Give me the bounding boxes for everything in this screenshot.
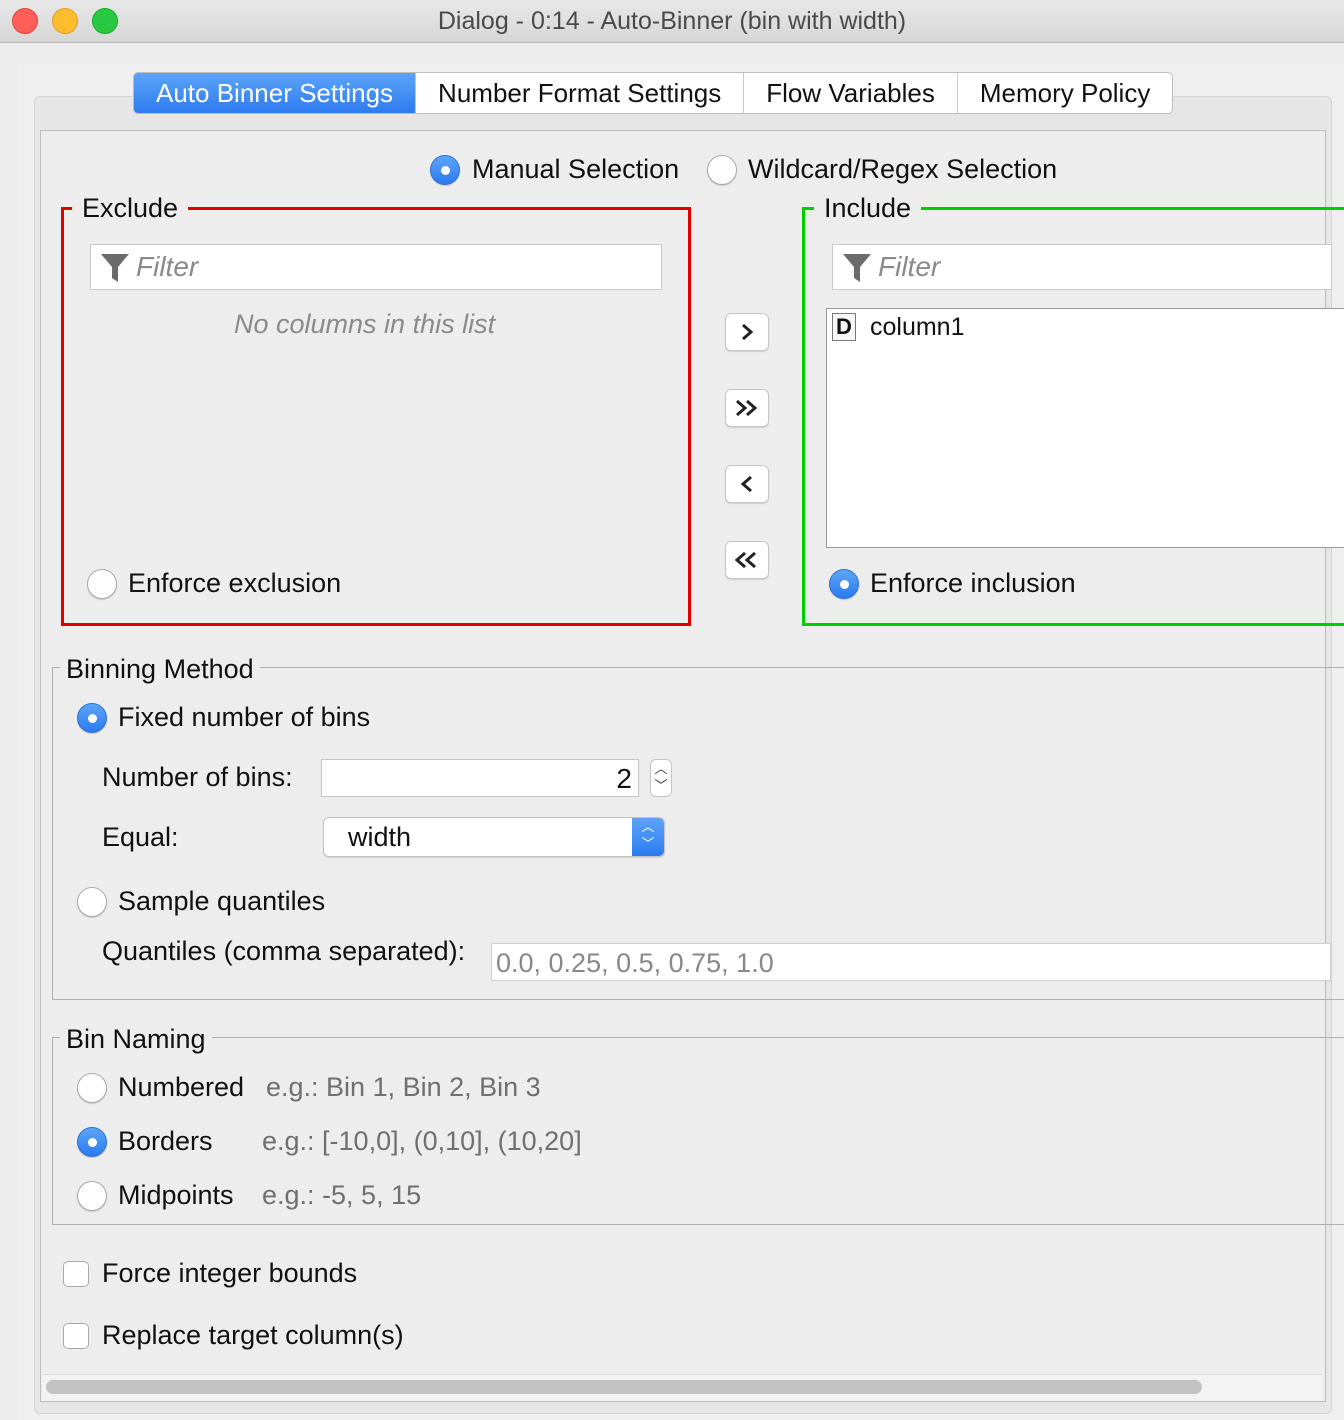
bin-naming-group: [52, 1037, 1344, 1225]
double-chevron-left-icon: [734, 551, 756, 569]
exclude-title: Exclude: [72, 193, 189, 224]
force-integer-bounds-label: Force integer bounds: [102, 1258, 358, 1288]
double-chevron-right-icon: [736, 399, 758, 417]
chevron-up-icon[interactable]: ︿: [651, 760, 671, 777]
bin-naming-title: Bin Naming: [60, 1024, 212, 1055]
include-column-list[interactable]: [826, 308, 1344, 548]
enforce-inclusion-radio[interactable]: [829, 569, 859, 599]
borders-label: Borders: [118, 1126, 213, 1156]
exclude-filter-placeholder: Filter: [136, 251, 199, 282]
binning-method-title: Binning Method: [60, 654, 260, 685]
scrollbar-thumb[interactable]: [46, 1380, 1202, 1394]
tab-number-format-settings[interactable]: Number Format Settings: [416, 73, 745, 113]
quantiles-input[interactable]: 0.0, 0.25, 0.5, 0.75, 1.0: [491, 943, 1331, 981]
equal-select-value: width: [348, 822, 412, 852]
sample-quantiles-radio[interactable]: [77, 887, 107, 917]
add-column-button[interactable]: [725, 313, 769, 351]
numbered-radio[interactable]: [77, 1073, 107, 1103]
borders-example: e.g.: [-10,0], (0,10], (10,20]: [262, 1126, 582, 1156]
chevron-left-icon: [740, 475, 752, 493]
manual-selection-radio[interactable]: [430, 155, 460, 185]
num-bins-stepper[interactable]: ︿ ﹀: [650, 759, 672, 797]
tab-memory-policy[interactable]: Memory Policy: [958, 73, 1172, 113]
midpoints-radio[interactable]: [77, 1181, 107, 1211]
tab-bar: Auto Binner Settings Number Format Setti…: [133, 72, 1174, 114]
add-all-columns-button[interactable]: [725, 389, 769, 427]
replace-target-columns-checkbox[interactable]: [63, 1323, 89, 1349]
include-title: Include: [814, 193, 922, 224]
chevron-right-icon: [742, 323, 754, 341]
fixed-bins-radio[interactable]: [77, 703, 107, 733]
wildcard-selection-label: Wildcard/Regex Selection: [748, 154, 1058, 184]
exclude-empty-message: No columns in this list: [234, 309, 496, 339]
midpoints-example: e.g.: -5, 5, 15: [262, 1180, 422, 1210]
tab-flow-variables[interactable]: Flow Variables: [744, 73, 958, 113]
filter-icon: [843, 254, 871, 282]
double-type-icon: D: [832, 313, 856, 341]
select-arrows-icon: ︿ ﹀: [632, 818, 664, 856]
window-title: Dialog - 0:14 - Auto-Binner (bin with wi…: [437, 7, 907, 35]
tab-auto-binner-settings[interactable]: Auto Binner Settings: [134, 73, 417, 113]
manual-selection-label: Manual Selection: [472, 154, 680, 184]
num-bins-input[interactable]: 2: [321, 759, 639, 797]
chevron-down-icon[interactable]: ﹀: [651, 777, 671, 794]
remove-all-columns-button[interactable]: [725, 541, 769, 579]
num-bins-label: Number of bins:: [102, 762, 293, 792]
fixed-bins-label: Fixed number of bins: [118, 702, 371, 732]
enforce-inclusion-label: Enforce inclusion: [870, 568, 1076, 598]
force-integer-bounds-checkbox[interactable]: [63, 1261, 89, 1287]
replace-target-columns-label: Replace target column(s): [102, 1320, 404, 1350]
numbered-label: Numbered: [118, 1072, 245, 1102]
remove-column-button[interactable]: [725, 465, 769, 503]
sample-quantiles-label: Sample quantiles: [118, 886, 326, 916]
enforce-exclusion-label: Enforce exclusion: [128, 568, 342, 598]
numbered-example: e.g.: Bin 1, Bin 2, Bin 3: [266, 1072, 541, 1102]
include-filter-placeholder: Filter: [878, 251, 941, 282]
equal-label: Equal:: [102, 822, 179, 852]
quantiles-field-label: Quantiles (comma separated):: [102, 936, 466, 966]
enforce-exclusion-radio[interactable]: [87, 569, 117, 599]
wildcard-selection-radio[interactable]: [707, 155, 737, 185]
filter-icon: [101, 254, 129, 282]
column-name[interactable]: column1: [870, 313, 965, 342]
midpoints-label: Midpoints: [118, 1180, 234, 1210]
list-item[interactable]: D: [832, 313, 858, 341]
borders-radio[interactable]: [77, 1127, 107, 1157]
equal-select[interactable]: width ︿ ﹀: [323, 817, 665, 857]
